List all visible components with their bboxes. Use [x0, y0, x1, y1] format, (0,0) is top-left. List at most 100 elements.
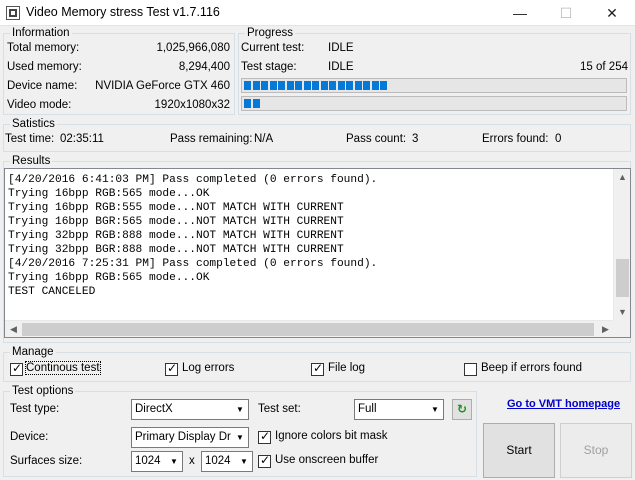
start-button[interactable]: Start: [483, 423, 555, 478]
beep-if-errors-checkbox[interactable]: [464, 363, 477, 376]
total-memory-value: 1,025,966,080: [156, 42, 230, 54]
chevron-down-icon[interactable]: ▼: [165, 452, 182, 471]
surface-width-select[interactable]: 1024 ▼: [131, 451, 183, 472]
scroll-right-icon[interactable]: ▶: [597, 321, 614, 338]
results-log[interactable]: [4/20/2016 6:41:03 PM] Pass completed (0…: [4, 168, 631, 338]
surface-width-value: 1024: [135, 455, 161, 467]
test-set-label: Test set:: [258, 403, 301, 415]
surface-height-value: 1024: [205, 455, 231, 467]
surface-x-separator: x: [189, 455, 195, 467]
ignore-colors-checkbox[interactable]: [258, 429, 271, 444]
video-mode-label: Video mode:: [7, 99, 72, 111]
horizontal-scroll-thumb[interactable]: [22, 323, 594, 336]
continuous-test-label[interactable]: Continous test: [25, 361, 101, 375]
progress-segment: [244, 99, 251, 108]
progress-segment: [252, 81, 260, 90]
horizontal-scrollbar[interactable]: ◀ ▶: [5, 320, 614, 337]
surface-height-select[interactable]: 1024 ▼: [201, 451, 253, 472]
stage-count: 15 of 254: [580, 61, 628, 73]
refresh-button[interactable]: ↻: [452, 399, 472, 420]
close-button[interactable]: ✕: [589, 0, 635, 26]
vertical-scrollbar[interactable]: ▲ ▼: [613, 169, 630, 321]
progress-segment: [320, 81, 328, 90]
title-bar: Video Memory stress Test v1.7.116 — ☐ ✕: [0, 0, 635, 26]
errors-found-value: 0: [555, 133, 562, 145]
file-log-checkbox[interactable]: [311, 361, 324, 376]
results-line: Trying 16bpp RGB:565 mode...OK: [8, 188, 210, 200]
test-set-value: Full: [358, 403, 377, 415]
pass-remaining-value: N/A: [254, 133, 274, 145]
device-name-label: Device name:: [7, 80, 78, 92]
test-stage-label: Test stage:: [241, 61, 297, 73]
device-name-value: NVIDIA GeForce GTX 460: [95, 80, 230, 92]
progress-segment: [269, 81, 277, 90]
progress-segment: [278, 81, 285, 90]
statistics-legend: Satistics: [10, 118, 57, 130]
results-legend: Results: [10, 155, 53, 167]
test-time-value: 02:35:11: [60, 133, 104, 145]
total-memory-label: Total memory:: [7, 42, 80, 54]
progress-segment: [337, 81, 345, 90]
log-errors-checkbox[interactable]: [165, 361, 178, 376]
ignore-colors-label[interactable]: Ignore colors bit mask: [275, 430, 388, 442]
progress-segment: [363, 81, 370, 90]
chevron-down-icon[interactable]: ▼: [231, 400, 248, 419]
chevron-down-icon[interactable]: ▼: [231, 428, 248, 447]
scroll-down-icon[interactable]: ▼: [614, 304, 631, 321]
homepage-link[interactable]: Go to VMT homepage: [507, 398, 620, 410]
current-test-label: Current test:: [241, 42, 305, 54]
progress-segment: [303, 81, 311, 90]
information-legend: Information: [10, 27, 72, 39]
results-line: [4/20/2016 7:25:31 PM] Pass completed (0…: [8, 258, 378, 270]
progress-legend: Progress: [245, 27, 296, 39]
beep-if-errors-label[interactable]: Beep if errors found: [481, 362, 582, 374]
maximize-button[interactable]: ☐: [543, 0, 589, 26]
used-memory-label: Used memory:: [7, 61, 82, 73]
stage-progress-bar: [241, 78, 627, 93]
use-onscreen-label[interactable]: Use onscreen buffer: [275, 454, 378, 466]
chevron-down-icon[interactable]: ▼: [235, 452, 252, 471]
device-label: Device:: [10, 431, 49, 443]
errors-found-label: Errors found:: [482, 133, 549, 145]
chevron-down-icon[interactable]: ▼: [426, 400, 443, 419]
surfaces-size-label: Surfaces size:: [10, 455, 83, 467]
continuous-test-checkbox[interactable]: [10, 361, 23, 376]
app-icon: [6, 6, 20, 20]
test-options-legend: Test options: [10, 385, 76, 397]
progress-segment: [354, 81, 362, 90]
results-text: [4/20/2016 6:41:03 PM] Pass completed (0…: [8, 173, 377, 299]
file-log-label[interactable]: File log: [328, 362, 365, 374]
test-type-label: Test type:: [10, 403, 60, 415]
scroll-left-icon[interactable]: ◀: [5, 321, 22, 338]
progress-segment: [244, 81, 251, 90]
progress-segment: [346, 81, 353, 90]
pass-count-label: Pass count:: [346, 133, 407, 145]
progress-segment: [380, 81, 387, 90]
video-mode-value: 1920x1080x32: [154, 99, 230, 111]
results-line: [4/20/2016 6:41:03 PM] Pass completed (0…: [8, 174, 378, 186]
scroll-corner: [613, 320, 630, 337]
progress-segment: [252, 99, 260, 108]
test-time-label: Test time:: [5, 133, 55, 145]
progress-segment: [371, 81, 379, 90]
pass-count-value: 3: [412, 133, 419, 145]
progress-segment: [329, 81, 336, 90]
log-errors-label[interactable]: Log errors: [182, 362, 234, 374]
vertical-scroll-thumb[interactable]: [616, 259, 629, 297]
device-select[interactable]: Primary Display Driver ▼: [131, 427, 249, 448]
minimize-button[interactable]: —: [497, 0, 543, 26]
use-onscreen-checkbox[interactable]: [258, 453, 271, 468]
device-value: Primary Display Driver: [135, 431, 231, 443]
current-test-value: IDLE: [328, 42, 354, 54]
pass-remaining-label: Pass remaining:: [170, 133, 253, 145]
test-set-select[interactable]: Full ▼: [354, 399, 444, 420]
progress-segment: [261, 81, 268, 90]
progress-segment: [312, 81, 319, 90]
stop-button[interactable]: Stop: [560, 423, 632, 478]
results-line: TEST CANCELED: [8, 286, 96, 298]
scroll-up-icon[interactable]: ▲: [614, 169, 631, 186]
manage-legend: Manage: [10, 346, 56, 358]
progress-segment: [295, 81, 302, 90]
test-type-select[interactable]: DirectX ▼: [131, 399, 249, 420]
test-type-value: DirectX: [135, 403, 173, 415]
